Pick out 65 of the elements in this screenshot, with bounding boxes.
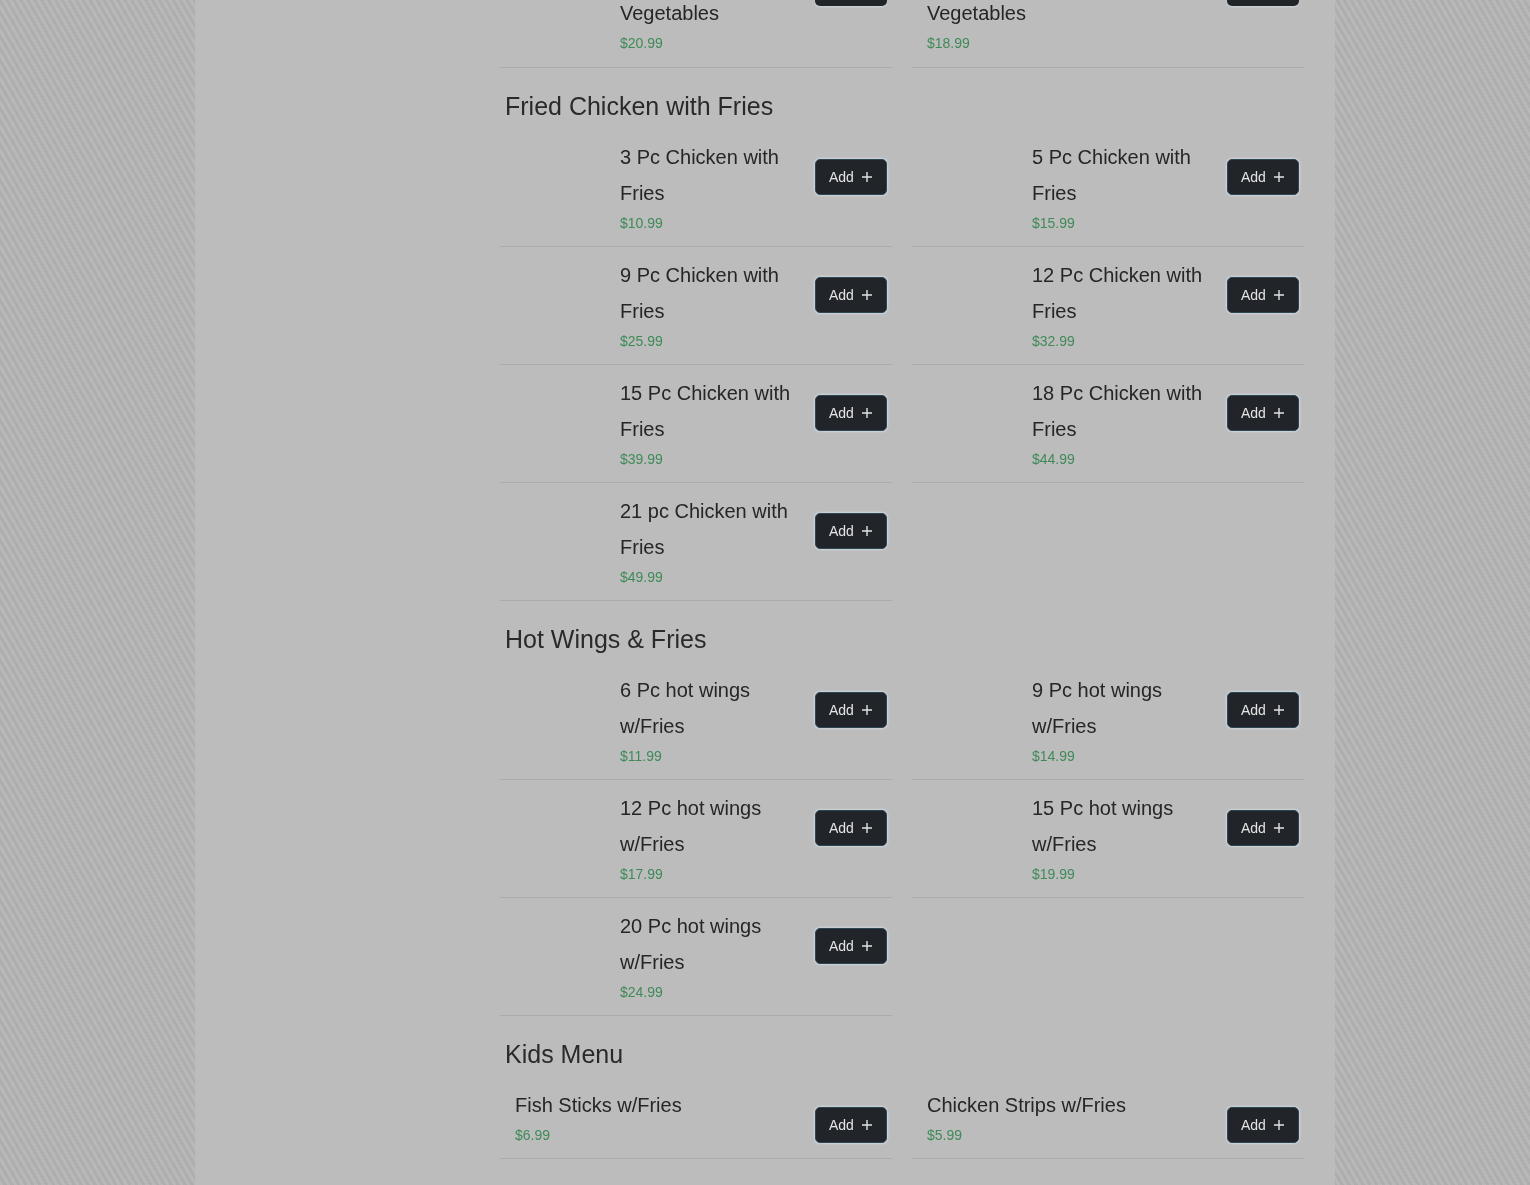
item-price: $25.99 xyxy=(620,332,664,351)
plus-icon xyxy=(861,1120,872,1130)
add-button[interactable]: Add xyxy=(815,159,887,195)
section-title: Kids Menu xyxy=(504,1039,625,1070)
add-button[interactable]: Add xyxy=(815,928,887,964)
plus-icon xyxy=(1273,408,1284,418)
item-name: Chicken Strips w/Fries xyxy=(927,1093,1127,1118)
plus-icon xyxy=(1273,290,1284,300)
item-price: $6.99 xyxy=(515,1126,552,1145)
plus-icon xyxy=(861,172,872,182)
plus-icon xyxy=(861,526,872,536)
add-button[interactable]: Add xyxy=(1227,277,1299,313)
item-name: 6 Pc hot wings w/Fries xyxy=(620,678,752,739)
add-button[interactable] xyxy=(1227,0,1299,6)
add-button[interactable]: Add xyxy=(1227,810,1299,846)
plus-icon xyxy=(1273,823,1284,833)
item-name: 9 Pc hot wings w/Fries xyxy=(1032,678,1164,739)
item-price: $15.99 xyxy=(1032,214,1076,233)
item-name: Vegetables xyxy=(620,1,720,26)
item-name: 3 Pc Chicken with Fries xyxy=(620,145,780,206)
item-name: 18 Pc Chicken with Fries xyxy=(1032,381,1204,442)
item-name: 12 Pc Chicken with Fries xyxy=(1032,263,1204,324)
add-button[interactable]: Add xyxy=(1227,159,1299,195)
plus-icon xyxy=(861,290,872,300)
plus-icon xyxy=(1273,172,1284,182)
item-price: $32.99 xyxy=(1032,332,1076,351)
item-name: 12 Pc hot wings w/Fries xyxy=(620,796,763,857)
plus-icon xyxy=(1273,705,1284,715)
add-button[interactable]: Add xyxy=(815,395,887,431)
section-title: Fried Chicken with Fries xyxy=(504,91,775,122)
plus-icon xyxy=(861,823,872,833)
item-price: $19.99 xyxy=(1032,865,1076,884)
item-name: 5 Pc Chicken with Fries xyxy=(1032,145,1192,206)
item-name: Fish Sticks w/Fries xyxy=(515,1093,683,1118)
item-price: $44.99 xyxy=(1032,450,1076,469)
item-name: 15 Pc Chicken with Fries xyxy=(620,381,792,442)
item-price: $11.99 xyxy=(620,747,663,766)
item-name: 9 Pc Chicken with Fries xyxy=(620,263,780,324)
item-name: Vegetables xyxy=(927,1,1027,26)
add-button[interactable]: Add xyxy=(815,810,887,846)
item-price: $14.99 xyxy=(1032,747,1076,766)
add-button[interactable]: Add xyxy=(1227,1107,1299,1143)
item-name: 20 Pc hot wings w/Fries xyxy=(620,914,763,975)
section-title: Hot Wings & Fries xyxy=(504,624,708,655)
item-name: 15 Pc hot wings w/Fries xyxy=(1032,796,1175,857)
item-price: $18.99 xyxy=(927,34,971,53)
add-button[interactable]: Add xyxy=(815,513,887,549)
add-button[interactable]: Add xyxy=(815,692,887,728)
add-button[interactable]: Add xyxy=(815,277,887,313)
add-button[interactable] xyxy=(815,0,887,6)
plus-icon xyxy=(1273,1120,1284,1130)
plus-icon xyxy=(861,941,872,951)
add-button[interactable]: Add xyxy=(1227,395,1299,431)
add-button[interactable]: Add xyxy=(815,1107,887,1143)
add-button[interactable]: Add xyxy=(1227,692,1299,728)
item-price: $20.99 xyxy=(620,34,664,53)
plus-icon xyxy=(861,408,872,418)
item-price: $17.99 xyxy=(620,865,664,884)
item-price: $49.99 xyxy=(620,568,664,587)
item-price: $10.99 xyxy=(620,214,664,233)
item-price: $39.99 xyxy=(620,450,664,469)
item-name: 21 pc Chicken with Fries xyxy=(620,499,789,560)
plus-icon xyxy=(861,705,872,715)
item-price: $5.99 xyxy=(927,1126,964,1145)
item-price: $24.99 xyxy=(620,983,664,1002)
